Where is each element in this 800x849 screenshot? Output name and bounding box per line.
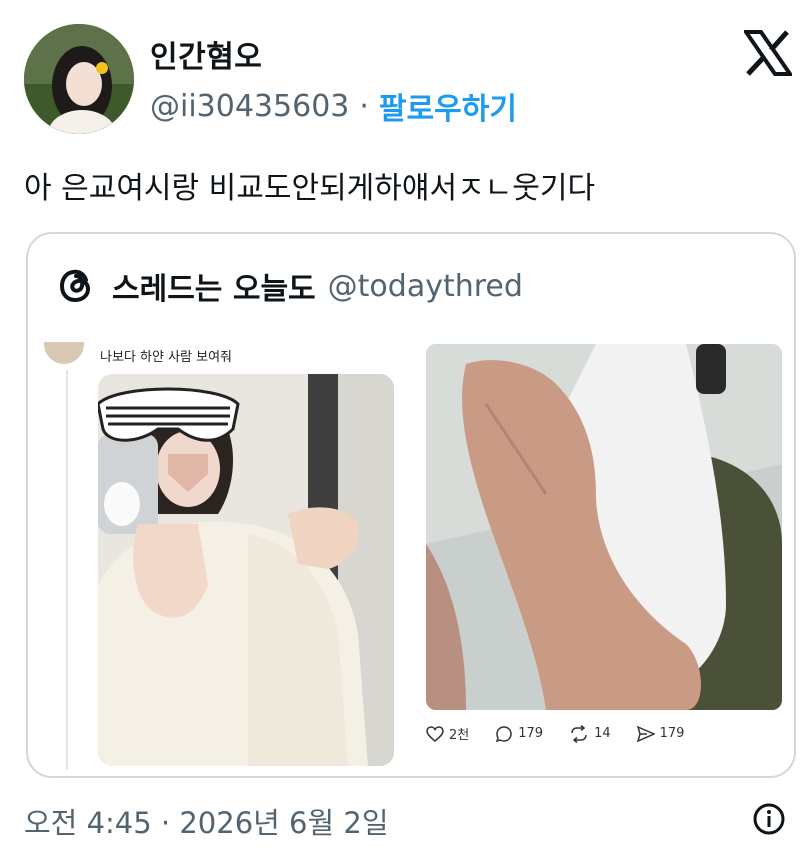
display-name[interactable]: 인간혐오 (150, 32, 262, 76)
thread-line (66, 370, 68, 770)
quoted-image-left[interactable]: 나보다 하얀 사람 보여줘 (38, 334, 422, 774)
tweet-text: 아 은교여시랑 비교도안되게하얘서ㅈㄴ웃기다 (24, 171, 596, 206)
caption-avatar (44, 342, 84, 364)
repost-icon (571, 724, 587, 743)
info-icon[interactable] (752, 802, 786, 836)
avatar-photo (24, 24, 134, 134)
quoted-image-right[interactable] (426, 344, 782, 710)
quoted-author-name[interactable]: 스레드는 오늘도 (112, 264, 316, 308)
user-handle[interactable]: @ii30435603 (150, 89, 349, 124)
share-icon (636, 725, 655, 742)
caption-text: 나보다 하얀 사람 보여줘 (100, 350, 232, 365)
like-stat[interactable]: 2천 (426, 724, 469, 743)
like-count: 2천 (449, 728, 470, 743)
reply-stat[interactable]: 179 (495, 725, 543, 743)
quoted-post-card[interactable]: 스레드는 오늘도 @todaythred 나보다 하얀 사람 보여줘 2천 17… (26, 232, 796, 778)
quoted-author-handle[interactable]: @todaythred (328, 269, 523, 304)
quoted-post-stats: 2천 179 14 179 (426, 724, 782, 743)
post-timestamp[interactable]: 오전 4:45 · 2026년 6월 2일 (24, 800, 389, 842)
reply-count: 179 (518, 726, 544, 741)
quoted-post-header: 스레드는 오늘도 @todaythred (58, 264, 523, 308)
share-count: 179 (659, 726, 685, 741)
mirror-selfie-photo (98, 374, 394, 766)
handle-row: @ii30435603 · 팔로우하기 (150, 84, 517, 128)
repost-count: 14 (594, 726, 611, 741)
follow-button[interactable]: 팔로우하기 (379, 84, 517, 128)
separator-dot: · (359, 88, 369, 124)
x-logo-icon[interactable] (744, 30, 792, 76)
threads-logo-icon (59, 269, 91, 303)
share-stat[interactable]: 179 (636, 725, 685, 742)
reply-icon (496, 725, 512, 742)
repost-stat[interactable]: 14 (569, 724, 611, 743)
avatar[interactable] (24, 24, 134, 134)
heart-icon (426, 725, 444, 742)
